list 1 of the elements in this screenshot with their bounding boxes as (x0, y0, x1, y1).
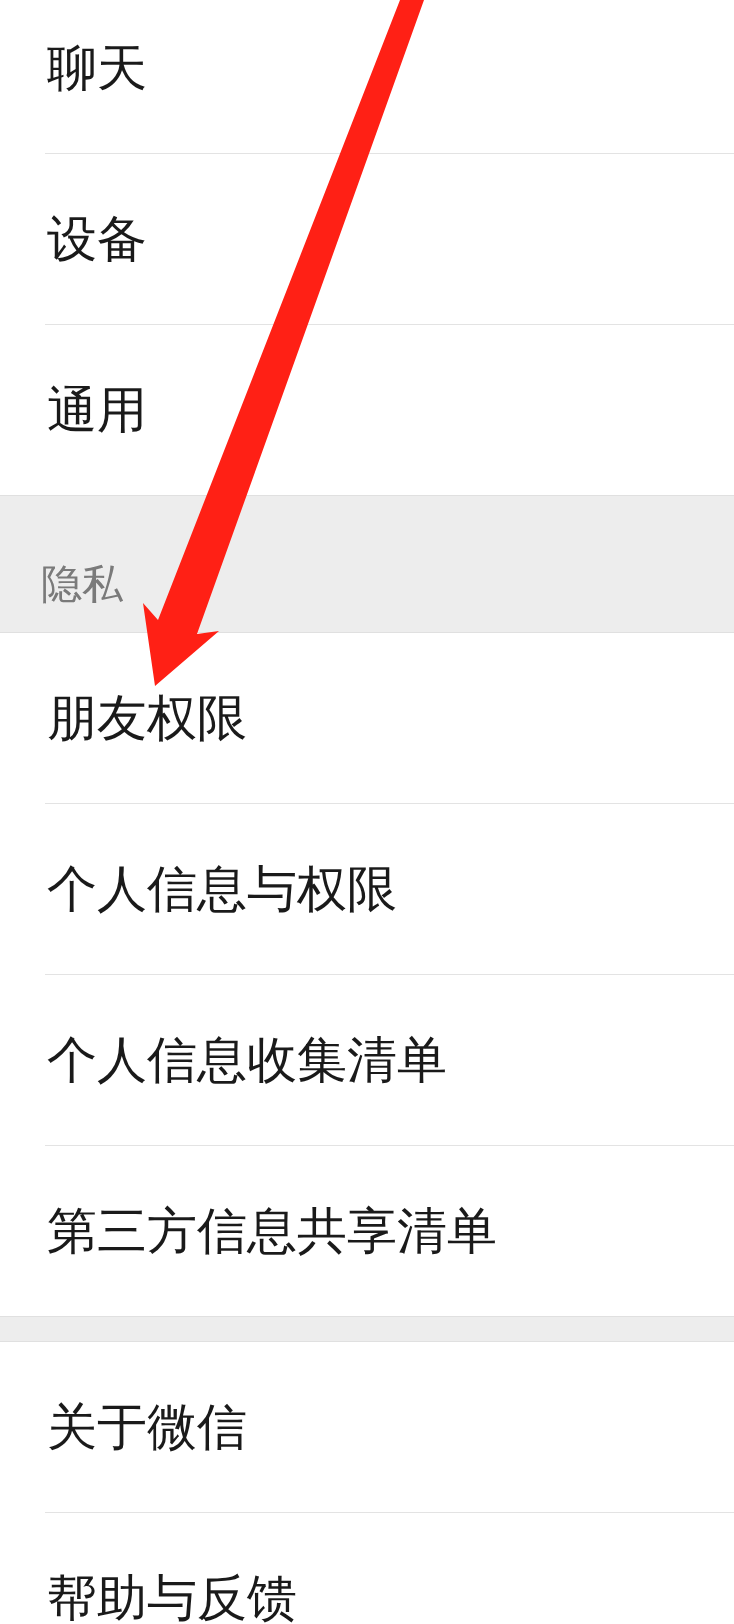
section-header: 隐私 (41, 564, 123, 605)
